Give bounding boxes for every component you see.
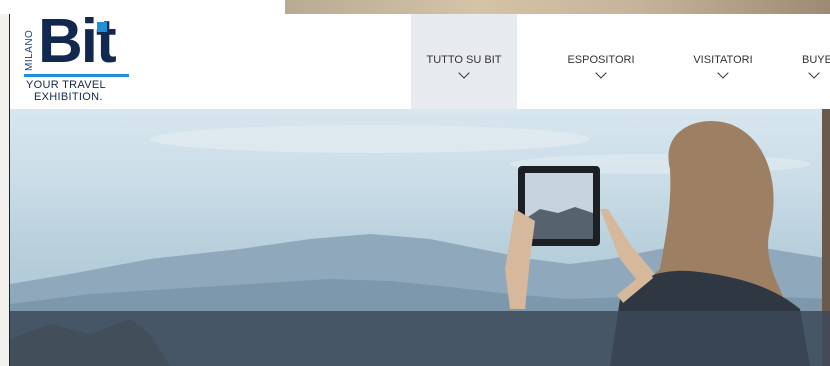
nav-item-label: TUTTO SU BIT <box>426 54 502 66</box>
cloud <box>150 125 590 153</box>
nav-item-visitatori[interactable]: VISITATORI <box>673 14 773 109</box>
nav-item-espositori[interactable]: ESPOSITORI <box>551 14 651 109</box>
chevron-down-icon <box>595 67 607 79</box>
nav-item-label: ESPOSITORI <box>567 54 635 66</box>
logo-divider <box>24 74 129 77</box>
logo-city: MILANO <box>24 29 35 71</box>
nav-item-label: BUYE <box>802 54 830 66</box>
bit-logo[interactable]: MILANO Bit YOUR TRAVEL EXHIBITION. <box>24 11 134 108</box>
logo-tagline-line1: YOUR TRAVEL <box>26 79 106 91</box>
logo-tagline-line2: EXHIBITION. <box>34 91 103 103</box>
logo-brand: Bit <box>38 7 117 76</box>
logo-dot <box>97 22 107 32</box>
chevron-down-icon <box>458 67 470 79</box>
hero-overlay-band <box>10 311 830 366</box>
main-nav: TUTTO SU BIT ESPOSITORI VISITATORI BUYE <box>411 14 830 109</box>
hero-image <box>10 109 830 366</box>
site-header: MILANO Bit YOUR TRAVEL EXHIBITION. TUTTO… <box>10 11 830 109</box>
chevron-down-icon <box>717 67 729 79</box>
background-photo-strip <box>285 0 830 14</box>
nav-item-tutto-su-bit[interactable]: TUTTO SU BIT <box>411 14 517 109</box>
browser-page: MILANO Bit YOUR TRAVEL EXHIBITION. TUTTO… <box>9 11 830 366</box>
nav-item-buyers[interactable]: BUYE <box>796 14 830 109</box>
nav-item-label: VISITATORI <box>693 54 753 66</box>
chevron-down-icon <box>808 67 820 79</box>
